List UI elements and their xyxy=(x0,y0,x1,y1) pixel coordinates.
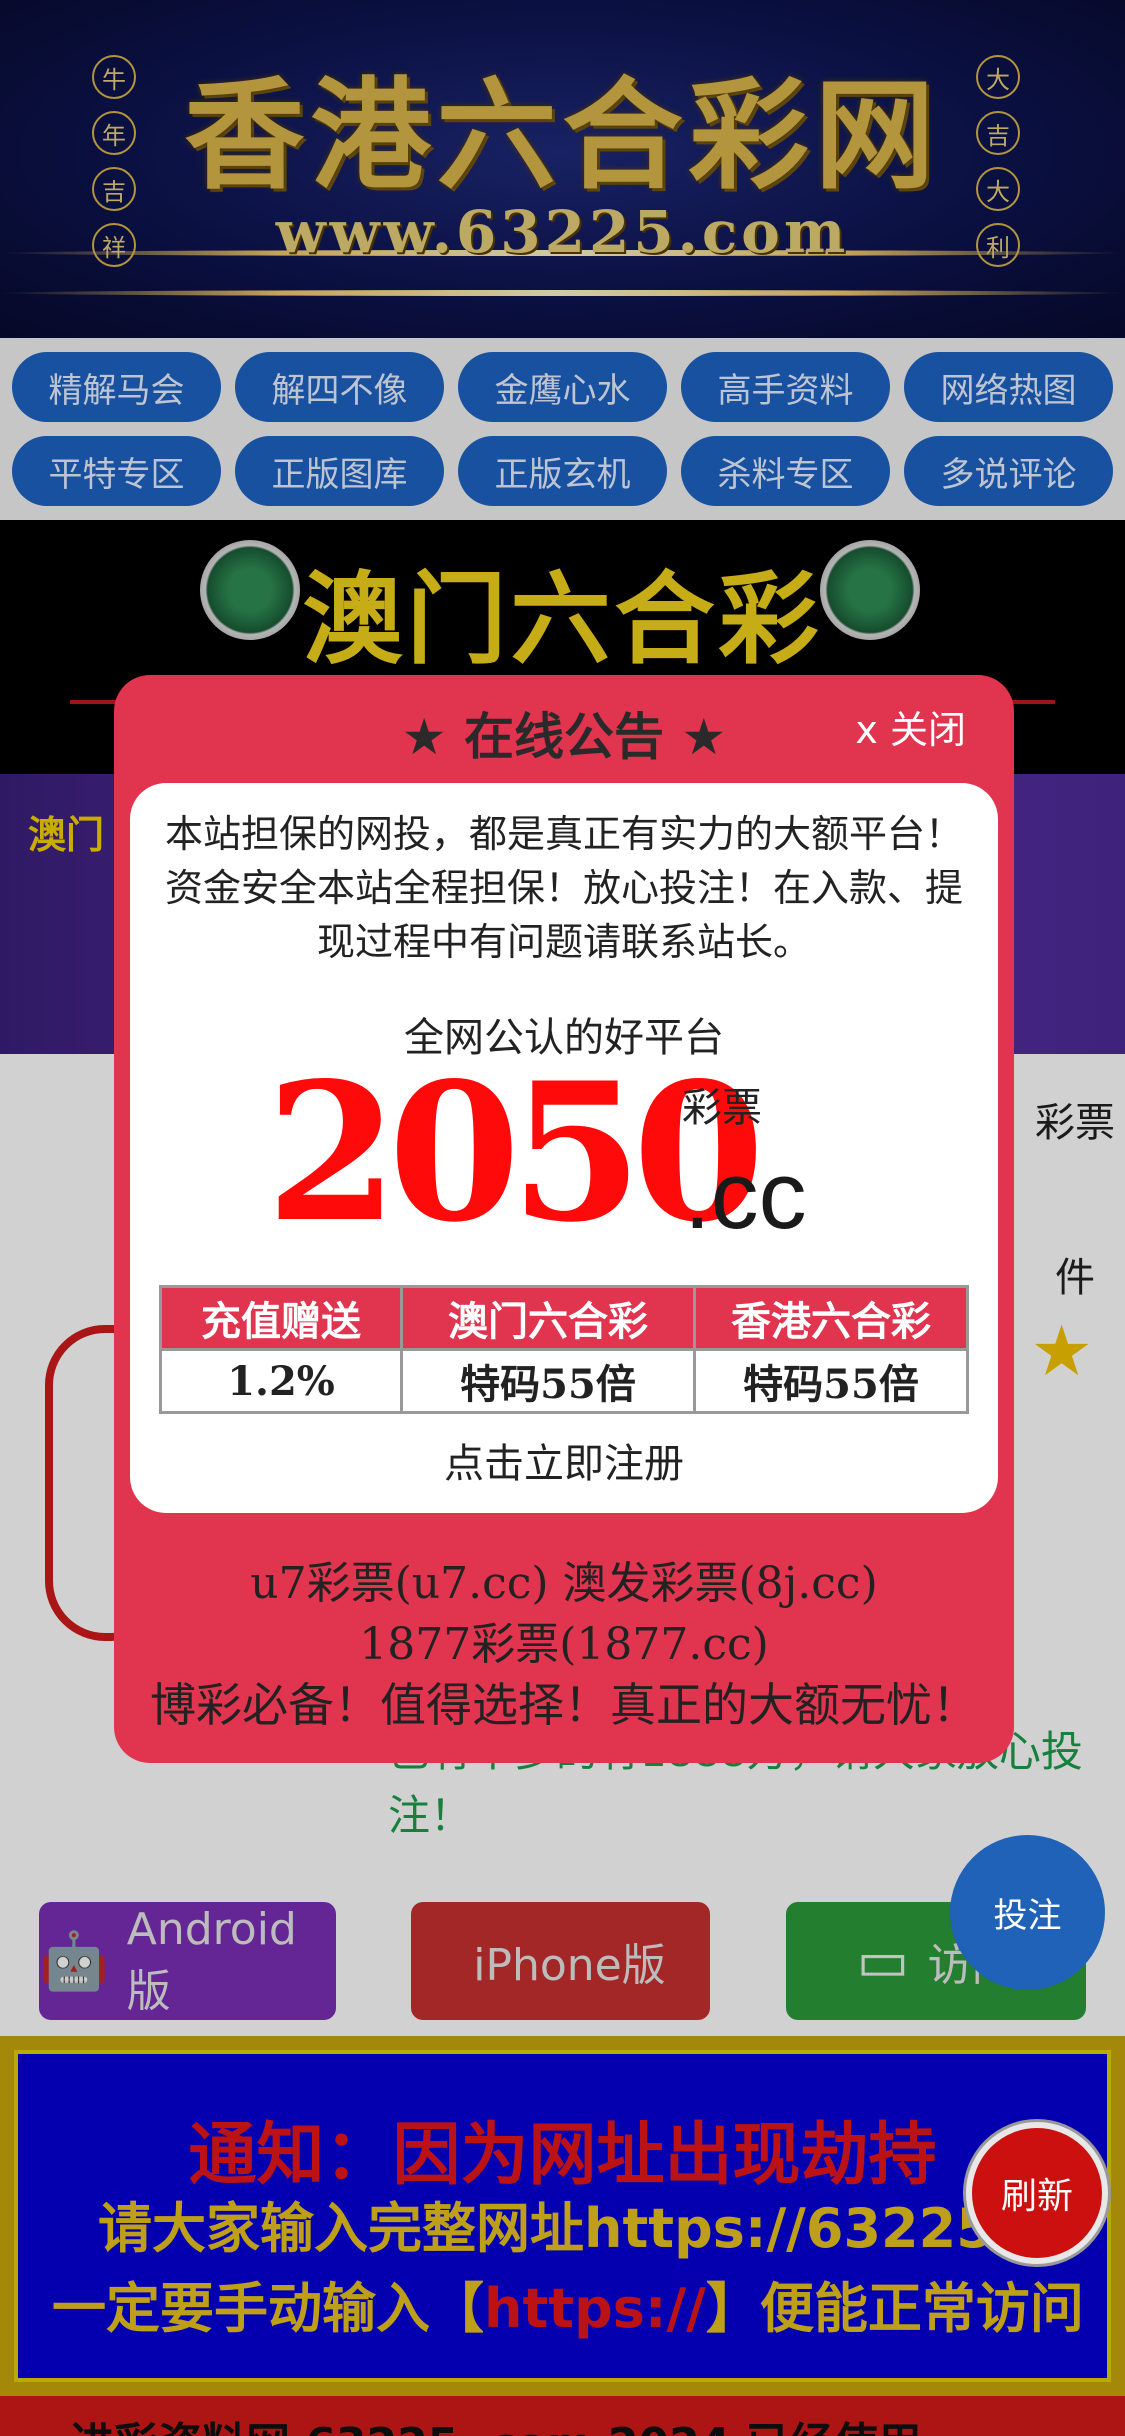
brand-tld: .cc xyxy=(684,1142,807,1249)
rates-table: 充值赠送 澳门六合彩 香港六合彩 1.2% 特码55倍 特码55倍 xyxy=(159,1285,969,1414)
modal-card[interactable]: 本站担保的网投，都是真正有实力的大额平台！资金安全本站全程担保！放心投注！在入款… xyxy=(130,783,998,1513)
rates-value-cell: 特码55倍 xyxy=(693,1348,969,1414)
rates-value-cell: 特码55倍 xyxy=(400,1348,696,1414)
modal-footer-line-1[interactable]: u7彩票(u7.cc) 澳发彩票(8j.cc) xyxy=(114,1547,1014,1611)
refresh-fab-button[interactable]: 刷新 xyxy=(966,2122,1108,2264)
modal-footer-line-3: 博彩必备！值得选择！真正的大额无忧！ xyxy=(150,1678,978,1732)
rates-value-cell: 1.2% xyxy=(159,1348,403,1414)
modal-close-button[interactable]: x 关闭 xyxy=(855,699,966,754)
modal-intro-text: 本站担保的网投，都是真正有实力的大额平台！资金安全本站全程担保！放心投注！在入款… xyxy=(164,812,963,964)
bet-fab-button[interactable]: 投注 xyxy=(950,1835,1105,1990)
brand-caipiao: 彩票 xyxy=(682,1085,762,1131)
rates-header-cell: 香港六合彩 xyxy=(693,1285,969,1351)
modal-footer-line-2[interactable]: 1877彩票(1877.cc) xyxy=(114,1608,1014,1672)
register-link[interactable]: 点击立即注册 xyxy=(130,1431,998,1489)
announcement-modal: ★ 在线公告 ★ x 关闭 本站担保的网投，都是真正有实力的大额平台！资金安全本… xyxy=(114,675,1014,1763)
rates-value-row: 1.2% 特码55倍 特码55倍 xyxy=(159,1348,969,1414)
rates-header-row: 充值赠送 澳门六合彩 香港六合彩 xyxy=(159,1285,969,1351)
rates-header-cell: 澳门六合彩 xyxy=(400,1285,696,1351)
rates-header-cell: 充值赠送 xyxy=(159,1285,403,1351)
